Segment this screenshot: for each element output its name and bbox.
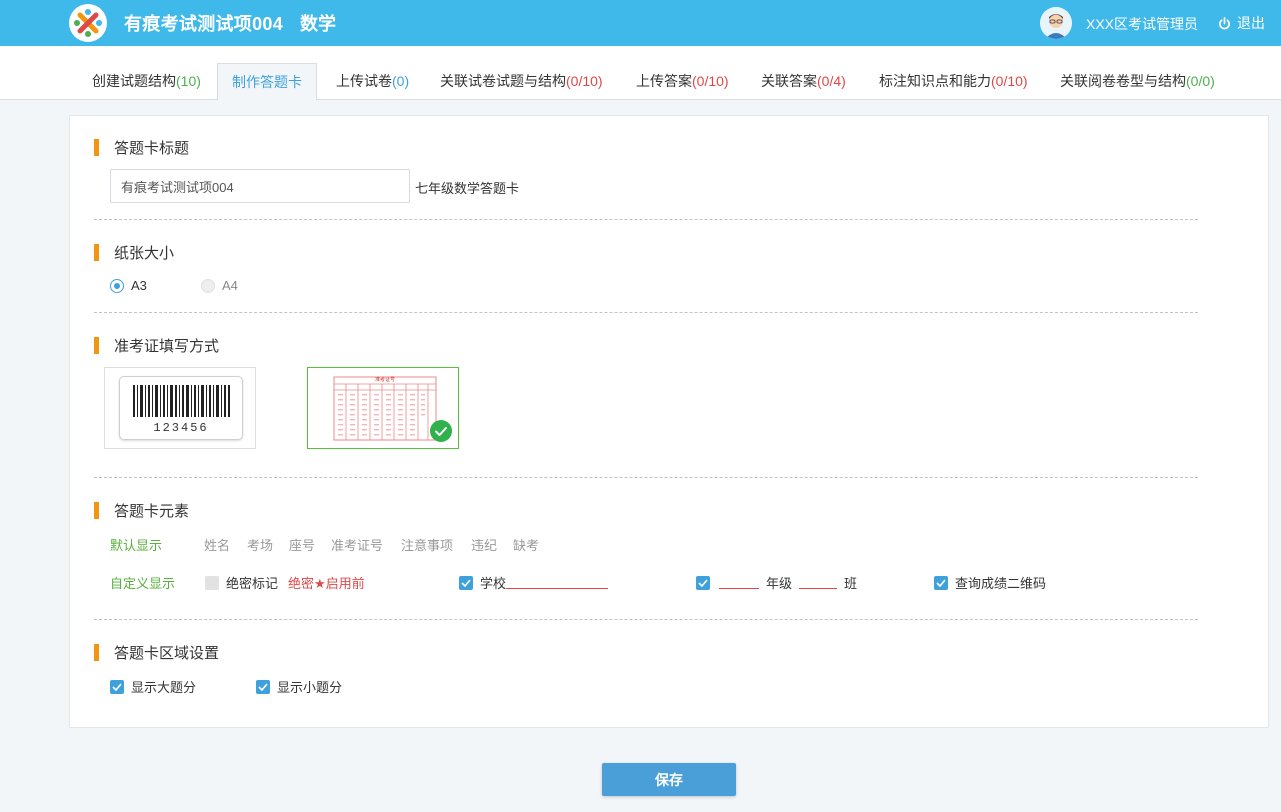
secret-tag: 绝密★启用前 xyxy=(288,573,365,592)
section-card-elements: 答题卡元素 xyxy=(94,500,189,521)
checkbox-checked-icon xyxy=(696,575,710,590)
default-item-notice: 注意事项 xyxy=(401,538,454,553)
star-icon: ★ xyxy=(314,576,326,591)
section-card-title: 答题卡标题 xyxy=(94,137,189,158)
default-display-label: 默认显示 xyxy=(110,538,163,553)
default-item-seat: 座号 xyxy=(289,538,316,553)
default-item-ticket: 准考证号 xyxy=(331,538,384,553)
tab-count: (0/10) xyxy=(566,73,603,89)
checkbox-label: 显示小题分 xyxy=(277,680,343,695)
radio-label: A3 xyxy=(131,278,147,293)
card-title-suffix: 七年级数学答题卡 xyxy=(415,181,520,196)
tab-knowledge[interactable]: 标注知识点和能力(0/10) xyxy=(879,63,1028,100)
radio-disabled-icon xyxy=(201,278,215,293)
section-paper-size: 纸张大小 xyxy=(94,242,174,263)
paper-size-a3-radio[interactable]: A3 xyxy=(110,278,147,293)
admission-grid-option[interactable]: 准考证号 xyxy=(307,367,459,449)
checkbox-unchecked-icon xyxy=(205,575,219,590)
tab-count: (0/10) xyxy=(991,73,1028,89)
app-subject: 数学 xyxy=(300,14,336,34)
checkbox-label: 绝密标记 xyxy=(226,576,279,591)
tab-count: (0/4) xyxy=(817,73,846,89)
class-underline xyxy=(799,577,838,589)
tab-label: 标注知识点和能力 xyxy=(879,73,991,89)
tab-count: (10) xyxy=(176,73,201,89)
tab-label: 关联答案 xyxy=(761,73,817,89)
tab-create-structure[interactable]: 创建试题结构(10) xyxy=(92,63,201,100)
tab-label: 制作答题卡 xyxy=(232,74,302,90)
barcode-number: 123456 xyxy=(153,421,209,435)
radio-selected-icon xyxy=(110,278,124,293)
grade-class-checkbox[interactable]: 年级 班 xyxy=(696,573,857,592)
tab-label: 关联试卷试题与结构 xyxy=(440,73,566,89)
section-admission: 准考证填写方式 xyxy=(94,335,219,356)
save-button[interactable]: 保存 xyxy=(602,763,736,796)
tab-upload-answer[interactable]: 上传答案(0/10) xyxy=(636,63,729,100)
default-item-absent: 缺考 xyxy=(513,538,540,553)
tab-link-paper-structure[interactable]: 关联试卷试题与结构(0/10) xyxy=(440,63,603,100)
app-title: 有痕考试测试项004 xyxy=(124,14,284,34)
grid-title: 准考证号 xyxy=(374,377,395,383)
selected-check-icon xyxy=(430,420,452,442)
tab-label: 上传答案 xyxy=(636,73,692,89)
secret-mark-checkbox[interactable]: 绝密标记 绝密★启用前 xyxy=(205,573,365,592)
tab-upload-paper[interactable]: 上传试卷(0) xyxy=(336,63,409,100)
school-checkbox[interactable]: 学校 xyxy=(459,573,609,592)
section-region-settings: 答题卡区域设置 xyxy=(94,642,219,663)
secret-tag-pre: 绝密 xyxy=(288,576,315,591)
paper-size-a4-radio[interactable]: A4 xyxy=(201,278,238,293)
tab-label: 上传试卷 xyxy=(336,73,392,89)
top-header: 有痕考试测试项004 数学 XXX区考试管理员 退出 xyxy=(0,0,1281,46)
checkbox-checked-icon xyxy=(110,679,124,694)
power-icon xyxy=(1219,16,1230,29)
show-small-score-checkbox[interactable]: 显示小题分 xyxy=(256,677,342,696)
class-label: 班 xyxy=(844,576,858,591)
tab-link-marking[interactable]: 关联阅卷卷型与结构(0/0) xyxy=(1060,63,1215,100)
default-item-room: 考场 xyxy=(247,538,274,553)
user-avatar-icon[interactable] xyxy=(1040,7,1072,39)
secret-tag-post: 启用前 xyxy=(325,576,365,591)
logout-button[interactable]: 退出 xyxy=(1218,13,1265,33)
checkbox-label: 学校 xyxy=(480,576,507,591)
checkbox-checked-icon xyxy=(459,575,473,590)
barcode-image: 123456 xyxy=(119,376,243,440)
tab-label: 关联阅卷卷型与结构 xyxy=(1060,73,1186,89)
tab-make-answer-card[interactable]: 制作答题卡 xyxy=(217,63,317,101)
school-underline xyxy=(506,577,609,589)
divider xyxy=(94,619,1198,620)
step-tabs: 创建试题结构(10) 制作答题卡 上传试卷(0) 关联试卷试题与结构(0/10)… xyxy=(0,46,1281,101)
answer-card-settings-panel: 答题卡标题 七年级数学答题卡 纸张大小 A3 A4 准考证填写方式 xyxy=(69,115,1269,728)
divider xyxy=(94,477,1198,478)
checkbox-checked-icon xyxy=(934,575,948,590)
tab-count: (0/0) xyxy=(1186,73,1215,89)
checkbox-checked-icon xyxy=(256,679,270,694)
tab-link-answer[interactable]: 关联答案(0/4) xyxy=(761,63,846,100)
checkbox-label: 显示大题分 xyxy=(131,680,197,695)
checkbox-label: 查询成绩二维码 xyxy=(955,576,1047,591)
show-big-score-checkbox[interactable]: 显示大题分 xyxy=(110,677,196,696)
admission-barcode-option[interactable]: 123456 xyxy=(104,367,256,449)
tab-count: (0/10) xyxy=(692,73,729,89)
logo-icon xyxy=(69,4,107,42)
custom-display-label: 自定义显示 xyxy=(110,576,176,591)
tab-count: (0) xyxy=(392,73,410,89)
divider xyxy=(94,312,1198,313)
default-item-name: 姓名 xyxy=(204,538,231,553)
radio-label: A4 xyxy=(222,278,238,293)
default-item-violation: 违纪 xyxy=(471,538,498,553)
tab-label: 创建试题结构 xyxy=(92,73,176,89)
divider xyxy=(94,219,1198,220)
qr-score-checkbox[interactable]: 查询成绩二维码 xyxy=(934,573,1046,592)
grade-label: 年级 xyxy=(766,576,793,591)
card-title-input[interactable] xyxy=(110,169,410,203)
logout-label: 退出 xyxy=(1237,15,1265,31)
grade-underline xyxy=(719,577,759,589)
user-name[interactable]: XXX区考试管理员 xyxy=(1086,14,1198,34)
